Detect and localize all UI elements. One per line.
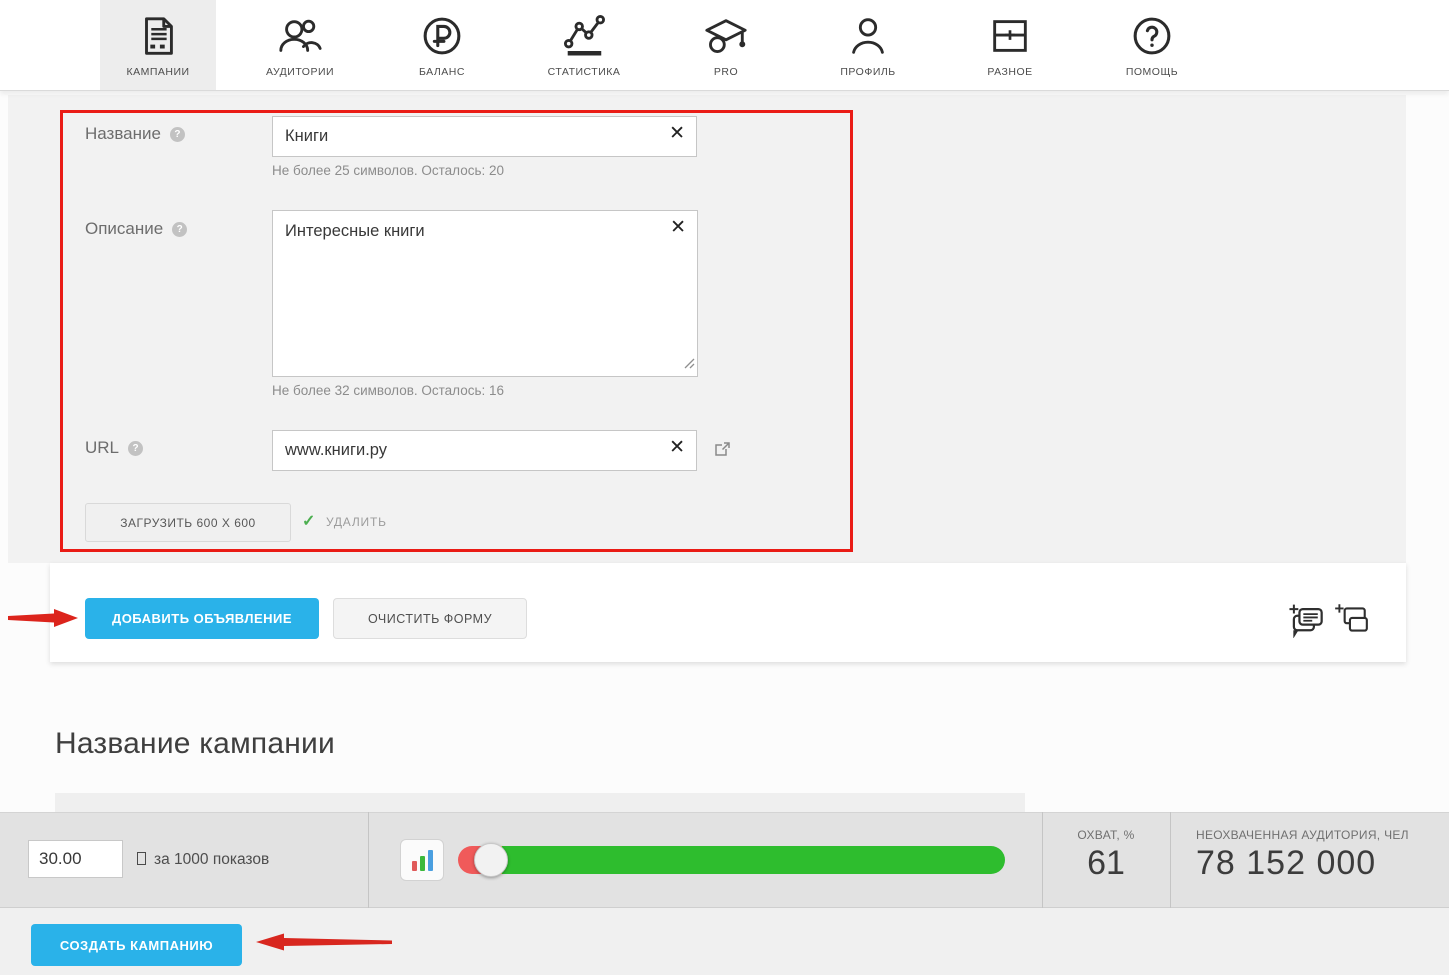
- price-input-wrap: [28, 840, 123, 878]
- help-icon: [1129, 13, 1175, 59]
- nav-label: ПОМОЩЬ: [1126, 66, 1178, 78]
- pro-graduation-icon: [703, 13, 749, 59]
- nav-item-misc[interactable]: РАЗНОЕ: [952, 0, 1068, 90]
- nav-label: КАМПАНИИ: [126, 66, 189, 78]
- mini-bar-blue: [428, 850, 433, 871]
- nav-label: АУДИТОРИИ: [266, 66, 334, 78]
- divider: [1170, 812, 1171, 908]
- description-hint: Не более 32 символов. Осталось: 16: [272, 383, 504, 398]
- mini-bar-green: [420, 856, 425, 871]
- nav-label: РАЗНОЕ: [987, 66, 1032, 78]
- annotation-arrow-add-ad: [8, 607, 80, 634]
- nav-label: ПРОФИЛЬ: [840, 66, 895, 78]
- audiences-icon: [277, 13, 323, 59]
- price-input[interactable]: [28, 840, 123, 878]
- check-icon: ✓: [302, 511, 315, 531]
- help-badge-icon[interactable]: ?: [172, 222, 187, 237]
- campaign-collapsed-bar[interactable]: [55, 793, 1025, 812]
- currency-missing-glyph-icon: [137, 852, 146, 865]
- url-field-label: URL ?: [85, 438, 143, 458]
- unreached-audience-label: НЕОХВАЧЕННАЯ АУДИТОРИЯ, ЧЕЛ: [1196, 828, 1409, 842]
- reach-value: 61: [1042, 844, 1170, 883]
- divider: [368, 812, 369, 908]
- url-input[interactable]: [272, 430, 697, 471]
- name-hint: Не более 25 символов. Осталось: 20: [272, 163, 504, 178]
- mini-bar-red: [412, 861, 417, 871]
- name-input[interactable]: [272, 116, 697, 157]
- statistics-icon: [561, 13, 607, 59]
- top-navigation: КАМПАНИИ АУДИТОРИИ БАЛАНС: [0, 0, 1449, 91]
- misc-window-icon: [987, 13, 1033, 59]
- help-badge-icon[interactable]: ?: [128, 441, 143, 456]
- nav-item-statistics[interactable]: СТАТИСТИКА: [526, 0, 642, 90]
- nav-label: СТАТИСТИКА: [548, 66, 621, 78]
- name-field-label: Название ?: [85, 124, 185, 144]
- description-field-label: Описание ?: [85, 219, 187, 239]
- nav-item-balance[interactable]: БАЛАНС: [384, 0, 500, 90]
- nav-item-help[interactable]: ПОМОЩЬ: [1094, 0, 1210, 90]
- clear-name-icon[interactable]: ✕: [669, 124, 685, 143]
- add-image-ad-icon[interactable]: [1332, 600, 1370, 643]
- unreached-audience-value: 78 152 000: [1196, 844, 1376, 883]
- price-slider-handle[interactable]: [474, 843, 508, 877]
- help-badge-icon[interactable]: ?: [170, 127, 185, 142]
- nav-label: PRO: [714, 66, 738, 78]
- annotation-arrow-create-campaign: [256, 932, 392, 957]
- upload-image-button[interactable]: ЗАГРУЗИТЬ 600 X 600: [85, 503, 291, 542]
- nav-label: БАЛАНС: [419, 66, 465, 78]
- nav-item-pro[interactable]: PRO: [668, 0, 784, 90]
- clear-form-button[interactable]: ОЧИСТИТЬ ФОРМУ: [333, 598, 527, 639]
- open-url-external-icon[interactable]: [714, 441, 731, 463]
- profile-icon: [845, 13, 891, 59]
- balance-ruble-icon: [419, 13, 465, 59]
- resize-grip-icon[interactable]: [684, 356, 695, 374]
- description-input-wrap: Интересные книги ✕: [272, 210, 698, 377]
- create-campaign-button[interactable]: СОЗДАТЬ КАМПАНИЮ: [31, 924, 242, 966]
- clear-description-icon[interactable]: ✕: [670, 218, 686, 237]
- clear-url-icon[interactable]: ✕: [669, 438, 685, 457]
- add-ad-button[interactable]: ДОБАВИТЬ ОБЪЯВЛЕНИЕ: [85, 598, 319, 639]
- slider-green-segment: [502, 846, 1005, 874]
- nav-item-audiences[interactable]: АУДИТОРИИ: [242, 0, 358, 90]
- coverage-chart-toggle-button[interactable]: [400, 839, 444, 881]
- nav-item-campaigns[interactable]: КАМПАНИИ: [100, 0, 216, 90]
- description-textarea[interactable]: Интересные книги: [272, 210, 698, 377]
- name-input-wrap: ✕: [272, 116, 697, 157]
- delete-image-button[interactable]: УДАЛИТЬ: [326, 515, 387, 529]
- campaigns-icon: [135, 13, 181, 59]
- campaign-name-heading: Название кампании: [55, 727, 335, 761]
- ad-form-panel: [8, 95, 1406, 563]
- nav-item-profile[interactable]: ПРОФИЛЬ: [810, 0, 926, 90]
- add-text-ad-icon[interactable]: [1285, 598, 1325, 643]
- per-thousand-impressions-label: за 1000 показов: [154, 851, 269, 869]
- url-input-wrap: ✕: [272, 430, 697, 471]
- reach-label: ОХВАТ, %: [1042, 828, 1170, 842]
- price-slider-track[interactable]: [458, 846, 1005, 874]
